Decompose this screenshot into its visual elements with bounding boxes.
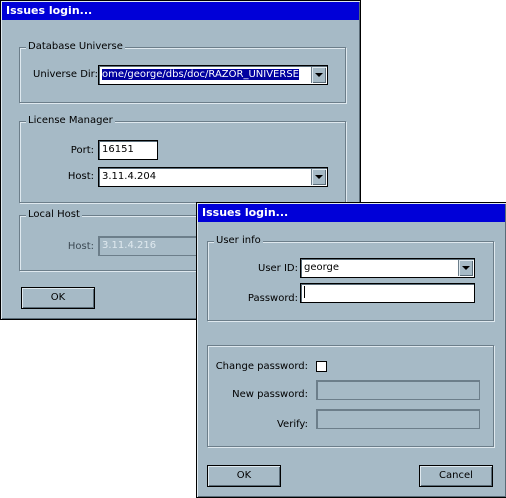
license-manager-group: License Manager Port: 16151 Host: 3.11.4… [19,115,346,203]
universe-dir-dropdown[interactable]: ome/george/dbs/doc/RAZOR_UNIVERSE [98,65,328,85]
password-input[interactable] [300,283,475,303]
front-login-window: Issues login... User info User ID: georg… [196,202,506,498]
change-password-group: Change password: New password: Verify: [207,345,494,447]
license-host-label: Host: [67,171,94,182]
universe-dir-value: ome/george/dbs/doc/RAZOR_UNIVERSE [102,69,299,80]
new-password-input [316,380,480,400]
license-host-dropdown-button[interactable] [311,169,326,185]
database-universe-group: Database Universe Universe Dir: ome/geor… [19,41,346,103]
local-host-label: Host: [67,241,94,252]
front-window-titlebar[interactable]: Issues login... [198,204,505,222]
front-cancel-button[interactable]: Cancel [419,465,493,487]
new-password-label: New password: [232,389,308,400]
front-ok-button[interactable]: OK [207,465,281,487]
verify-input [316,409,480,429]
user-id-dropdown[interactable]: george [300,258,475,278]
chevron-down-icon [315,175,323,179]
universe-dir-dropdown-button[interactable] [311,67,326,83]
chevron-down-icon [462,266,470,270]
database-universe-group-title: Database Universe [26,41,125,53]
user-id-dropdown-button[interactable] [458,260,473,276]
user-id-value: george [304,262,340,273]
change-password-checkbox[interactable] [316,361,327,372]
port-input[interactable]: 16151 [98,140,158,160]
universe-dir-label: Universe Dir: [33,69,98,80]
change-password-label: Change password: [215,361,308,372]
text-cursor [304,286,305,298]
user-info-group-title: User info [214,235,263,247]
chevron-down-icon [315,73,323,77]
user-info-group: User info User ID: george Password: [207,235,494,321]
port-label: Port: [70,145,94,156]
license-manager-group-title: License Manager [26,115,115,127]
user-id-label: User ID: [258,263,298,274]
local-host-group-title: Local Host [26,209,82,221]
back-window-titlebar[interactable]: Issues login... [2,2,359,20]
verify-label: Verify: [276,419,308,430]
license-host-dropdown[interactable]: 3.11.4.204 [98,167,328,187]
password-label: Password: [247,293,298,304]
license-host-value: 3.11.4.204 [102,171,157,182]
back-ok-button[interactable]: OK [21,287,95,309]
